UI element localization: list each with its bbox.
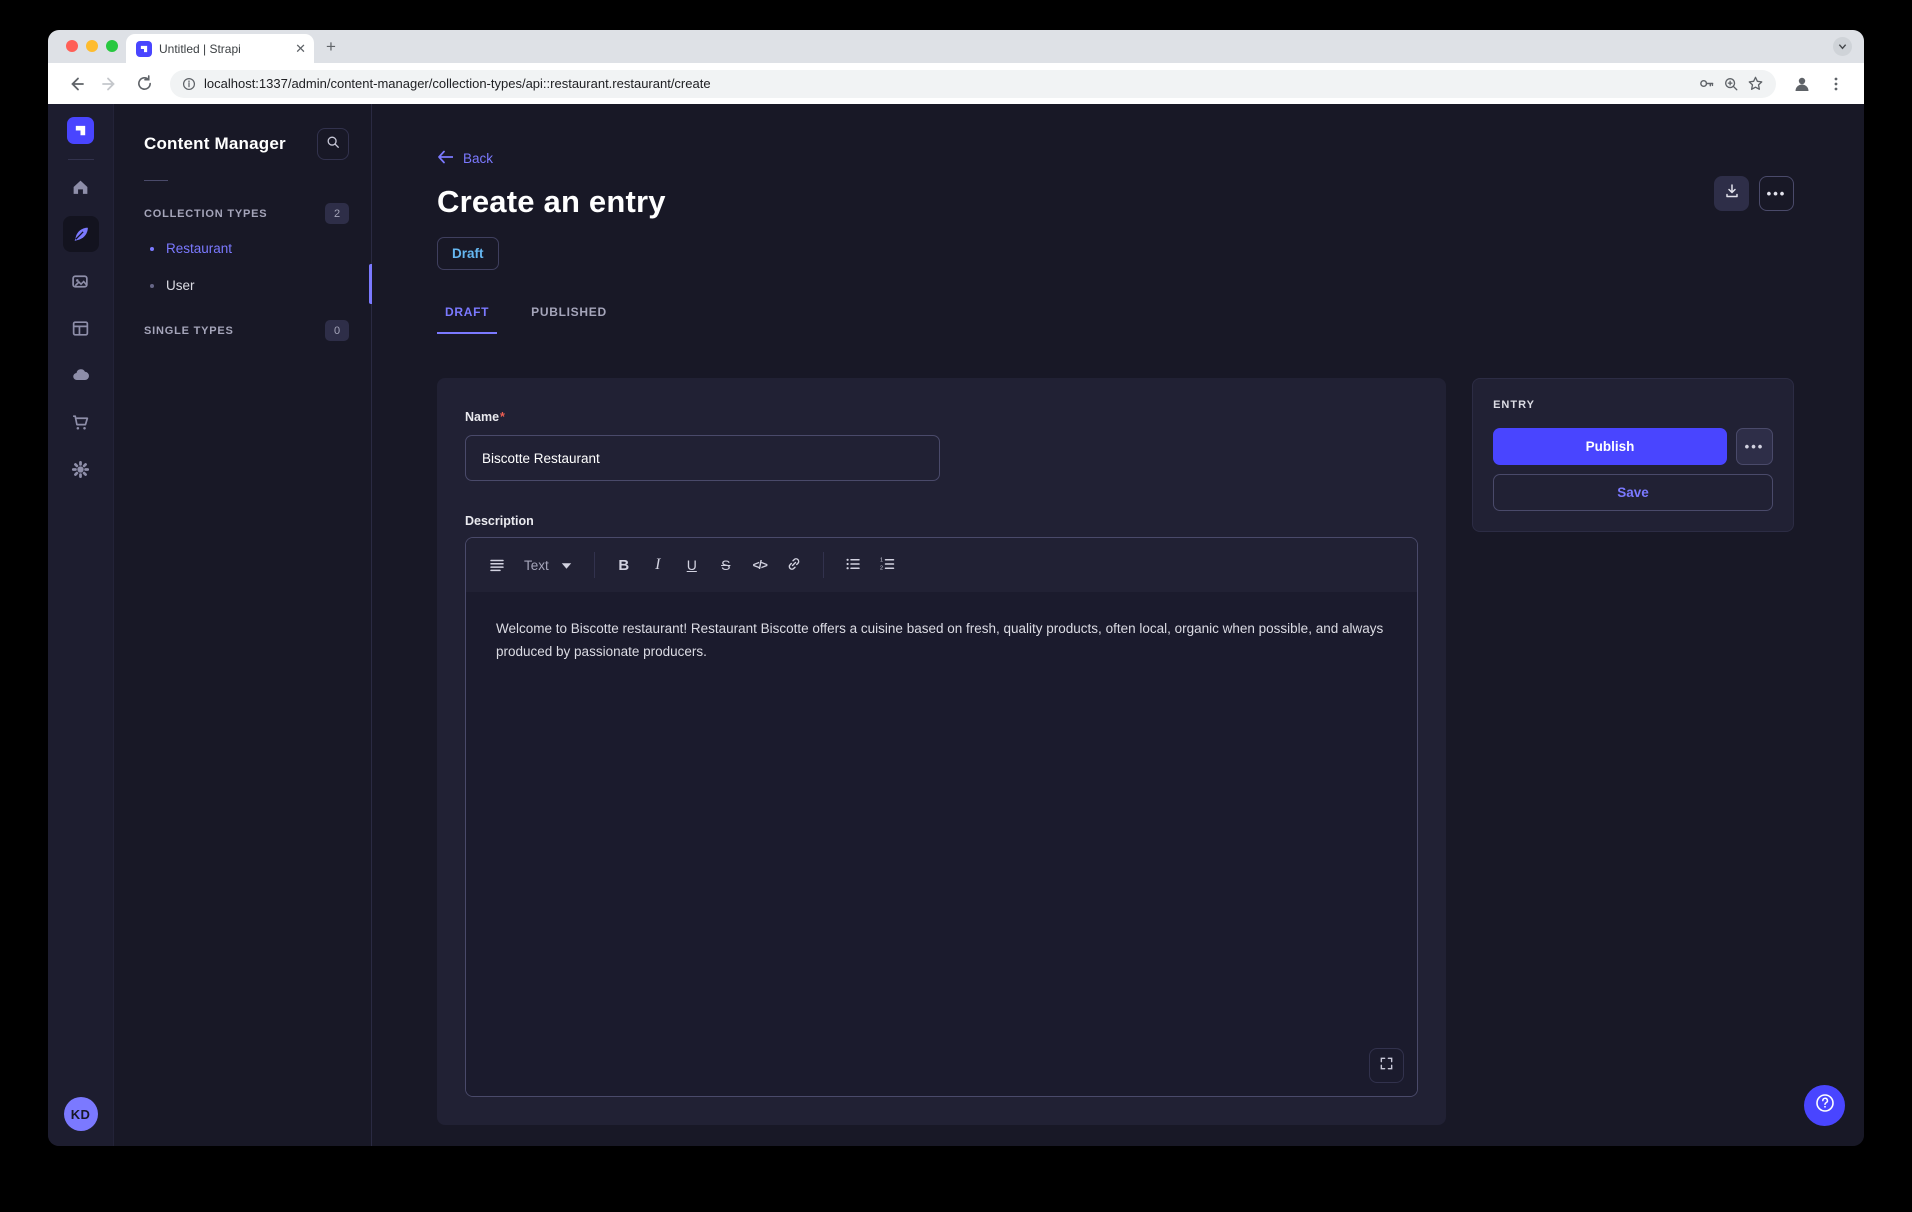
sidebar-item-label: User: [166, 278, 195, 293]
content-type-builder-nav-icon[interactable]: [63, 310, 99, 346]
single-types-count-badge: 0: [325, 320, 349, 341]
url-text[interactable]: localhost:1337/admin/content-manager/col…: [204, 76, 1690, 91]
underline-button[interactable]: U: [677, 550, 707, 580]
browser-tab-strip: Untitled | Strapi ✕ +: [48, 30, 1864, 63]
cloud-nav-icon[interactable]: [63, 357, 99, 393]
strapi-logo[interactable]: [67, 117, 94, 144]
browser-toolbar: localhost:1337/admin/content-manager/col…: [48, 63, 1864, 104]
align-icon[interactable]: [482, 550, 512, 580]
search-button[interactable]: [317, 128, 349, 160]
link-button[interactable]: [779, 550, 809, 580]
settings-gear-nav-icon[interactable]: [63, 451, 99, 487]
browser-tab[interactable]: Untitled | Strapi ✕: [126, 34, 314, 63]
status-badge: Draft: [437, 237, 499, 270]
description-field-label: Description: [465, 514, 1418, 528]
content-manager-sidebar: Content Manager COLLECTION TYPES 2 Resta…: [114, 104, 372, 1146]
strikethrough-button[interactable]: S: [711, 550, 741, 580]
single-types-label: SINGLE TYPES: [144, 325, 234, 337]
name-input[interactable]: [465, 435, 940, 481]
sidebar-divider: [144, 180, 168, 181]
page-title: Create an entry: [437, 184, 1794, 220]
password-key-icon[interactable]: [1698, 75, 1715, 92]
numbered-list-icon: 12: [879, 556, 895, 575]
publish-button[interactable]: Publish: [1493, 428, 1727, 465]
entry-form-card: Name* Description Text: [437, 378, 1446, 1125]
entry-more-button[interactable]: •••: [1736, 428, 1773, 465]
fullscreen-window-button[interactable]: [106, 40, 118, 52]
sidebar-title: Content Manager: [144, 134, 286, 154]
save-button[interactable]: Save: [1493, 474, 1773, 511]
strapi-favicon-icon: [136, 41, 152, 57]
tab-search-chevron-icon[interactable]: [1833, 37, 1852, 56]
zoom-icon[interactable]: [1723, 76, 1739, 92]
editor-toolbar: Text B I U S </>: [466, 538, 1417, 592]
block-type-label: Text: [524, 558, 549, 573]
bullet-list-icon: [845, 556, 861, 575]
rail-divider: [68, 159, 94, 160]
expand-editor-button[interactable]: [1369, 1048, 1404, 1083]
back-link[interactable]: Back: [437, 150, 493, 167]
bullet-list-button[interactable]: [838, 550, 868, 580]
svg-text:1: 1: [880, 557, 883, 563]
forward-nav-icon[interactable]: [96, 70, 124, 98]
collection-types-count-badge: 2: [325, 203, 349, 224]
browser-menu-icon[interactable]: [1822, 70, 1850, 98]
numbered-list-button[interactable]: 12: [872, 550, 902, 580]
tab-draft[interactable]: DRAFT: [437, 295, 497, 334]
version-tabs: DRAFT PUBLISHED: [437, 295, 1794, 334]
bullet-icon: [150, 284, 154, 288]
close-window-button[interactable]: [66, 40, 78, 52]
name-field-label: Name*: [465, 410, 505, 424]
italic-button[interactable]: I: [643, 550, 673, 580]
link-icon: [786, 556, 802, 575]
strapi-app: KD Content Manager COLLECTION TYPES 2 Re…: [48, 104, 1864, 1146]
window-controls: [66, 40, 118, 52]
main-nav-rail: KD: [48, 104, 114, 1146]
expand-icon: [1379, 1056, 1394, 1076]
svg-text:2: 2: [880, 565, 883, 571]
content-manager-nav-icon[interactable]: [63, 216, 99, 252]
entry-panel: ENTRY Publish ••• Save: [1472, 378, 1794, 532]
download-icon: [1724, 183, 1740, 204]
media-library-nav-icon[interactable]: [63, 263, 99, 299]
main-content: Back ••• Create an entry Draft DRAFT PUB…: [372, 104, 1864, 1146]
toolbar-divider: [594, 552, 595, 578]
bold-button[interactable]: B: [609, 550, 639, 580]
toolbar-divider: [823, 552, 824, 578]
bookmark-star-icon[interactable]: [1747, 75, 1764, 92]
minimize-window-button[interactable]: [86, 40, 98, 52]
back-arrow-icon: [437, 150, 453, 167]
editor-content[interactable]: Welcome to Biscotte restaurant! Restaura…: [466, 592, 1417, 1096]
user-avatar[interactable]: KD: [64, 1097, 98, 1131]
code-button[interactable]: </>: [745, 550, 775, 580]
back-label: Back: [463, 151, 493, 166]
export-button[interactable]: [1714, 176, 1749, 211]
tab-close-icon[interactable]: ✕: [295, 42, 306, 55]
new-tab-button[interactable]: +: [326, 37, 336, 57]
bullet-icon: [150, 247, 154, 251]
sidebar-item-label: Restaurant: [166, 241, 232, 256]
home-nav-icon[interactable]: [63, 169, 99, 205]
tab-title: Untitled | Strapi: [159, 42, 288, 56]
marketplace-cart-nav-icon[interactable]: [63, 404, 99, 440]
sidebar-item-user[interactable]: User: [144, 267, 349, 304]
help-button[interactable]: [1804, 1085, 1845, 1126]
chevron-down-icon: [561, 558, 572, 573]
browser-profile-icon[interactable]: [1788, 70, 1816, 98]
sidebar-item-restaurant[interactable]: Restaurant: [144, 230, 349, 267]
rich-text-editor: Text B I U S </>: [465, 537, 1418, 1097]
browser-window: Untitled | Strapi ✕ + localhost:1337/adm…: [48, 30, 1864, 1146]
required-asterisk: *: [500, 410, 505, 424]
question-mark-icon: [1814, 1092, 1836, 1119]
back-nav-icon[interactable]: [62, 70, 90, 98]
url-bar[interactable]: localhost:1337/admin/content-manager/col…: [170, 70, 1776, 98]
header-more-button[interactable]: •••: [1759, 176, 1794, 211]
site-info-icon[interactable]: [182, 77, 196, 91]
search-icon: [326, 135, 340, 154]
entry-panel-title: ENTRY: [1493, 399, 1773, 411]
tab-published[interactable]: PUBLISHED: [523, 295, 615, 334]
reload-icon[interactable]: [130, 70, 158, 98]
block-type-select[interactable]: Text: [516, 558, 580, 573]
collection-types-label: COLLECTION TYPES: [144, 208, 267, 220]
